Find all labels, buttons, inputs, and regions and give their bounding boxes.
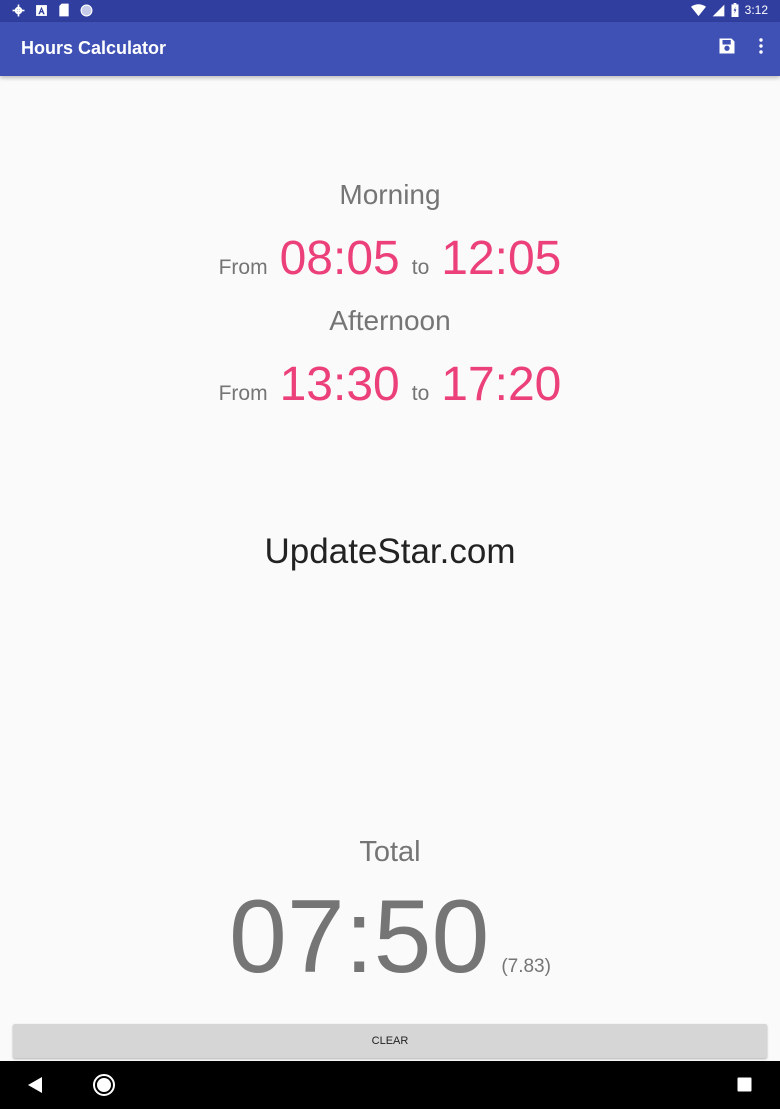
- home-icon[interactable]: [92, 1073, 116, 1097]
- total-label: Total: [359, 836, 421, 868]
- total-value: 07:50: [229, 879, 490, 995]
- morning-to-time[interactable]: 12:05: [441, 231, 561, 286]
- total-decimal: (7.83): [501, 956, 551, 977]
- morning-row: From 08:05 to 12:05: [0, 231, 780, 286]
- wifi-icon: [690, 3, 706, 16]
- recents-icon[interactable]: [737, 1077, 752, 1092]
- settings-icon: [12, 4, 25, 16]
- app-bar: Hours Calculator: [0, 22, 780, 76]
- afternoon-to-label: to: [411, 382, 430, 405]
- watermark: UpdateStar.com: [264, 532, 516, 571]
- app-title: Hours Calculator: [21, 38, 167, 58]
- clear-button[interactable]: CLEAR: [13, 1024, 767, 1058]
- afternoon-to-time[interactable]: 17:20: [441, 357, 561, 412]
- more-options-icon[interactable]: [758, 37, 764, 55]
- morning-label: Morning: [339, 179, 441, 210]
- total-row: 07:50 (7.83): [0, 885, 780, 989]
- afternoon-from-time[interactable]: 13:30: [280, 357, 400, 412]
- morning-from-label: From: [218, 256, 268, 279]
- battery-icon: [731, 3, 739, 17]
- sd-card-icon: [59, 3, 69, 17]
- afternoon-from-label: From: [218, 382, 268, 405]
- status-bar: 3:12: [0, 0, 780, 22]
- font-icon: [36, 4, 47, 16]
- status-time: 3:12: [744, 3, 768, 17]
- nav-bar: [0, 1061, 780, 1109]
- circle-icon: [80, 4, 93, 16]
- save-icon[interactable]: [718, 37, 736, 55]
- morning-to-label: to: [411, 256, 430, 279]
- afternoon-row: From 13:30 to 17:20: [0, 357, 780, 412]
- morning-from-time[interactable]: 08:05: [280, 231, 400, 286]
- afternoon-label: Afternoon: [329, 305, 451, 336]
- back-icon[interactable]: [27, 1076, 43, 1094]
- signal-icon: [712, 4, 724, 16]
